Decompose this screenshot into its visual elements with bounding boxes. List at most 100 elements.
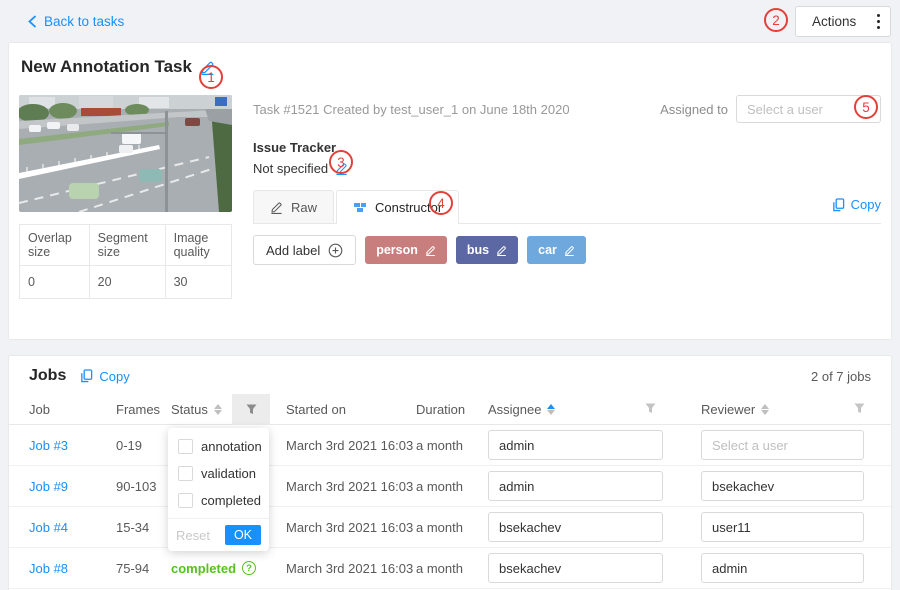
actions-button[interactable]: Actions [795, 6, 891, 37]
job-row-9: Job #9 90-103 March 3rd 2021 16:03 a mon… [9, 466, 891, 507]
job-frames: 90-103 [116, 479, 171, 494]
job-reviewer-input[interactable] [701, 430, 864, 460]
jobs-title: Jobs [29, 367, 66, 385]
job-link[interactable]: Job #4 [29, 520, 68, 535]
reviewer-sorter-icon[interactable] [761, 404, 769, 415]
job-started: March 3rd 2021 16:03 [286, 479, 416, 494]
block-icon [353, 200, 367, 214]
jobs-card: Jobs Copy 2 of 7 jobs Job Frames Status … [8, 355, 892, 590]
task-title: New Annotation Task [21, 57, 192, 77]
filter-option-validation[interactable]: validation [168, 460, 269, 487]
job-started: March 3rd 2021 16:03 [286, 561, 416, 576]
job-row-4: Job #4 15-34 March 3rd 2021 16:03 a mont… [9, 507, 891, 548]
question-circle-icon[interactable]: ? [242, 561, 256, 575]
reviewer-filter-icon[interactable] [854, 402, 865, 417]
filter-reset-button[interactable]: Reset [176, 528, 210, 543]
job-duration: a month [416, 438, 488, 453]
job-frames: 75-94 [116, 561, 171, 576]
job-duration: a month [416, 520, 488, 535]
filter-option-label: validation [201, 466, 256, 481]
edit-label-icon [564, 245, 575, 256]
checkbox-icon[interactable] [178, 466, 193, 481]
job-started: March 3rd 2021 16:03 [286, 438, 416, 453]
param-value-segment: 20 [89, 266, 165, 299]
task-parameters-table: Overlap size Segment size Image quality … [19, 224, 232, 299]
job-assignee-input[interactable] [488, 430, 663, 460]
tab-raw-label: Raw [291, 200, 317, 215]
param-header-overlap: Overlap size [20, 225, 90, 266]
filter-option-label: completed [201, 493, 261, 508]
annotation-badge-4: 4 [429, 191, 453, 215]
param-header-quality: Image quality [165, 225, 231, 266]
assignee-sorter-icon[interactable] [547, 404, 555, 415]
label-tag-car-name: car [538, 243, 557, 257]
add-label-button[interactable]: Add label [253, 235, 356, 265]
checkbox-icon[interactable] [178, 439, 193, 454]
status-filter-dropdown: annotation validation completed Reset OK [168, 428, 269, 551]
tab-raw[interactable]: Raw [253, 190, 334, 223]
checkbox-icon[interactable] [178, 493, 193, 508]
assigned-to-label: Assigned to [660, 102, 728, 117]
jobs-table-header: Job Frames Status Started on Duration As… [9, 394, 891, 425]
label-tag-bus-name: bus [467, 243, 489, 257]
jobs-copy-link[interactable]: Copy [80, 369, 129, 384]
back-link-label: Back to tasks [44, 14, 124, 29]
job-link[interactable]: Job #3 [29, 438, 68, 453]
label-tag-bus[interactable]: bus [456, 236, 518, 264]
annotation-badge-1: 1 [199, 65, 223, 89]
job-frames: 15-34 [116, 520, 171, 535]
edit-label-icon [496, 245, 507, 256]
plus-circle-icon [328, 243, 343, 258]
job-assignee-input[interactable] [488, 512, 663, 542]
job-assignee-input[interactable] [488, 553, 663, 583]
job-assignee-input[interactable] [488, 471, 663, 501]
actions-button-label: Actions [812, 14, 856, 29]
filter-option-completed[interactable]: completed [168, 487, 269, 514]
job-row-3: Job #3 0-19 March 3rd 2021 16:03 a month [9, 425, 891, 466]
labels-copy-label: Copy [851, 197, 881, 212]
label-tag-person[interactable]: person [365, 236, 447, 264]
col-started: Started on [286, 402, 346, 417]
status-filter-icon[interactable] [232, 394, 270, 425]
task-details-card: New Annotation Task [8, 42, 892, 340]
col-job: Job [29, 402, 50, 417]
col-frames: Frames [116, 402, 160, 417]
job-link[interactable]: Job #9 [29, 479, 68, 494]
param-header-segment: Segment size [89, 225, 165, 266]
job-status: completed [171, 561, 236, 576]
job-started: March 3rd 2021 16:03 [286, 520, 416, 535]
annotation-badge-3: 3 [329, 150, 353, 174]
job-reviewer-input[interactable] [701, 553, 864, 583]
job-link[interactable]: Job #8 [29, 561, 68, 576]
job-reviewer-input[interactable] [701, 471, 864, 501]
back-to-tasks-link[interactable]: Back to tasks [28, 14, 124, 29]
filter-ok-button[interactable]: OK [225, 525, 261, 545]
copy-icon [832, 198, 845, 212]
labels-copy-link[interactable]: Copy [832, 197, 881, 212]
label-tag-car[interactable]: car [527, 236, 586, 264]
col-duration: Duration [416, 402, 465, 417]
param-value-quality: 30 [165, 266, 231, 299]
annotation-badge-2: 2 [764, 8, 788, 32]
assignee-filter-icon[interactable] [645, 402, 656, 417]
param-value-overlap: 0 [20, 266, 90, 299]
task-preview-image [19, 95, 232, 212]
status-sorter-icon[interactable] [214, 404, 222, 415]
kebab-menu-icon [877, 14, 880, 29]
page: Back to tasks Actions New Annotation Tas… [0, 0, 900, 590]
label-tag-person-name: person [376, 243, 418, 257]
issue-tracker-value: Not specified [253, 161, 328, 176]
jobs-count: 2 of 7 jobs [811, 369, 871, 384]
job-duration: a month [416, 561, 488, 576]
col-reviewer[interactable]: Reviewer [701, 402, 755, 417]
edit-label-icon [425, 245, 436, 256]
col-assignee[interactable]: Assignee [488, 402, 541, 417]
job-row-8: Job #8 75-94 completed ? March 3rd 2021 … [9, 548, 891, 589]
pencil-icon [270, 201, 283, 214]
filter-option-label: annotation [201, 439, 262, 454]
job-frames: 0-19 [116, 438, 171, 453]
col-status[interactable]: Status [171, 402, 208, 417]
task-meta-text: Task #1521 Created by test_user_1 on Jun… [253, 102, 570, 117]
job-reviewer-input[interactable] [701, 512, 864, 542]
filter-option-annotation[interactable]: annotation [168, 433, 269, 460]
